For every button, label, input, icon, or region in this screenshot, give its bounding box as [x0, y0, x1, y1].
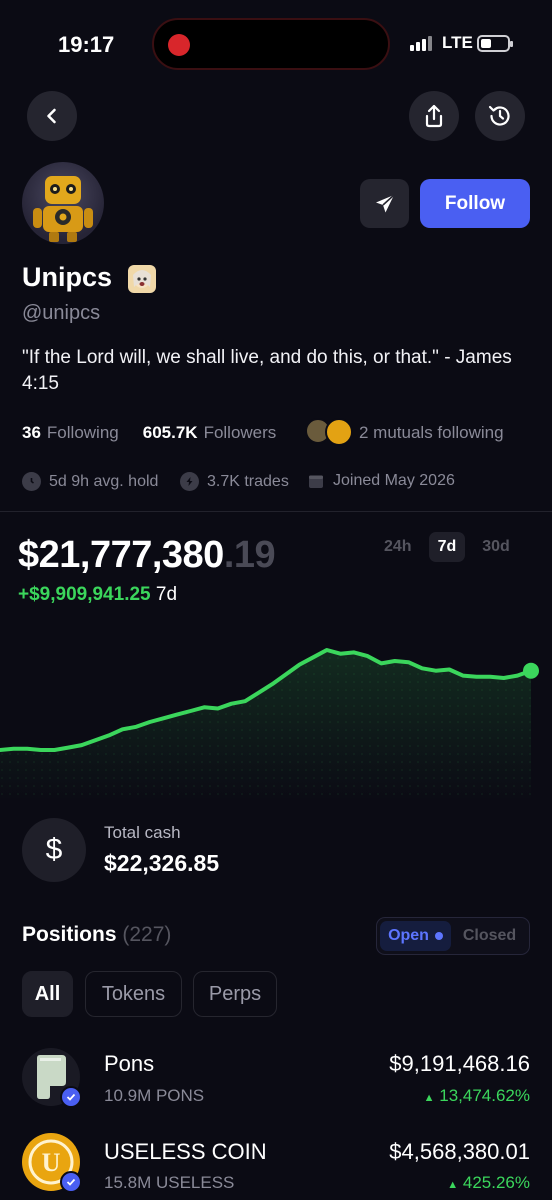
svg-text:U: U — [42, 1148, 61, 1177]
calendar-icon — [307, 472, 325, 490]
send-message-button[interactable] — [360, 179, 409, 228]
follow-stats: 36 Following 605.7K Followers — [22, 423, 276, 443]
signal-icon — [410, 36, 432, 51]
portfolio-value: $21,777,380.19 — [18, 534, 276, 577]
profile-avatar — [22, 162, 104, 244]
mutuals-text[interactable]: 2 mutuals following — [359, 423, 504, 443]
profile-handle: @unipcs — [22, 302, 101, 324]
trades-label: 3.7K trades — [207, 472, 289, 490]
battery-icon — [477, 35, 513, 52]
token-value: $9,191,468.16 — [389, 1051, 530, 1076]
profile-badge-icon — [128, 265, 156, 293]
range-tabs: 24h 7d 30d — [375, 532, 519, 562]
joined-label: Joined May 2026 — [333, 472, 455, 489]
open-dot-icon — [434, 932, 443, 940]
open-label: Open — [388, 927, 429, 944]
avg-hold-stat: 5d 9h avg. hold — [22, 472, 158, 491]
filter-perps[interactable]: Perps — [193, 971, 277, 1017]
positions-title-label: Positions — [22, 923, 117, 946]
up-triangle-icon: ▲ — [447, 1179, 459, 1191]
trades-stat: 3.7K trades — [180, 472, 289, 491]
bolt-icon — [180, 472, 199, 491]
followers-stat[interactable]: 605.7K Followers — [143, 423, 277, 443]
token-change: ▲ 425.26% — [447, 1173, 530, 1193]
token-change-value: 425.26% — [462, 1173, 530, 1192]
history-icon — [488, 105, 510, 126]
joined-stat: Joined May 2026 — [307, 472, 455, 490]
recording-indicator-icon — [168, 34, 190, 56]
following-label: Following — [46, 423, 119, 442]
profile-name: Unipcs — [22, 262, 113, 292]
token-change-value: 13,474.62% — [439, 1086, 530, 1105]
range-tab-7d[interactable]: 7d — [428, 532, 466, 562]
followers-label: Followers — [203, 423, 277, 442]
chevron-left-icon — [47, 108, 56, 124]
follow-button[interactable]: Follow — [420, 179, 530, 228]
mutual-avatars[interactable] — [305, 418, 353, 446]
network-label: LTE — [442, 33, 473, 52]
avg-hold-label: 5d 9h avg. hold — [49, 472, 159, 490]
token-change: ▲ 13,474.62% — [424, 1086, 530, 1106]
verified-badge-icon — [60, 1171, 82, 1193]
token-avatar-pons[interactable] — [22, 1048, 82, 1108]
range-tab-24h[interactable]: 24h — [375, 532, 421, 562]
open-closed-toggle: Open Closed — [376, 917, 530, 955]
chart-current-point — [523, 662, 539, 679]
positions-title: Positions (227) — [22, 923, 171, 947]
profile-bio: "If the Lord will, we shall live, and do… — [22, 347, 512, 394]
history-button[interactable] — [475, 91, 525, 141]
token-avatar-useless[interactable]: U — [22, 1133, 82, 1193]
section-divider — [0, 511, 552, 512]
following-count: 36 — [22, 423, 41, 442]
status-time: 19:17 — [58, 32, 115, 57]
portfolio-chart[interactable] — [0, 600, 552, 800]
share-icon — [425, 104, 443, 128]
portfolio-value-main: $21,777,380 — [18, 534, 224, 576]
cash-value: $22,326.85 — [104, 850, 220, 876]
cash-label: Total cash — [104, 823, 181, 842]
dynamic-island — [152, 18, 390, 70]
token-value: $4,568,380.01 — [389, 1139, 530, 1164]
up-triangle-icon: ▲ — [423, 1092, 435, 1104]
closed-toggle[interactable]: Closed — [453, 921, 526, 951]
range-tab-30d[interactable]: 30d — [473, 532, 519, 562]
filter-tokens[interactable]: Tokens — [85, 971, 182, 1017]
verified-badge-icon — [60, 1086, 82, 1108]
open-toggle[interactable]: Open — [380, 921, 452, 951]
followers-count: 605.7K — [142, 423, 198, 442]
clock-icon — [22, 472, 41, 491]
token-name[interactable]: USELESS COIN — [104, 1139, 267, 1165]
portfolio-value-cents: .19 — [223, 534, 276, 576]
positions-count: (227) — [122, 923, 172, 946]
token-amount: 10.9M PONS — [104, 1086, 205, 1105]
filter-all[interactable]: All — [22, 971, 73, 1017]
dollar-icon: $ — [22, 818, 86, 882]
back-button[interactable] — [27, 91, 77, 141]
mutual-avatar — [325, 418, 353, 446]
following-stat[interactable]: 36 Following — [22, 423, 119, 443]
paper-plane-icon — [375, 193, 395, 212]
share-button[interactable] — [409, 91, 459, 141]
token-amount: 15.8M USELESS — [104, 1173, 235, 1192]
token-name[interactable]: Pons — [104, 1051, 154, 1077]
